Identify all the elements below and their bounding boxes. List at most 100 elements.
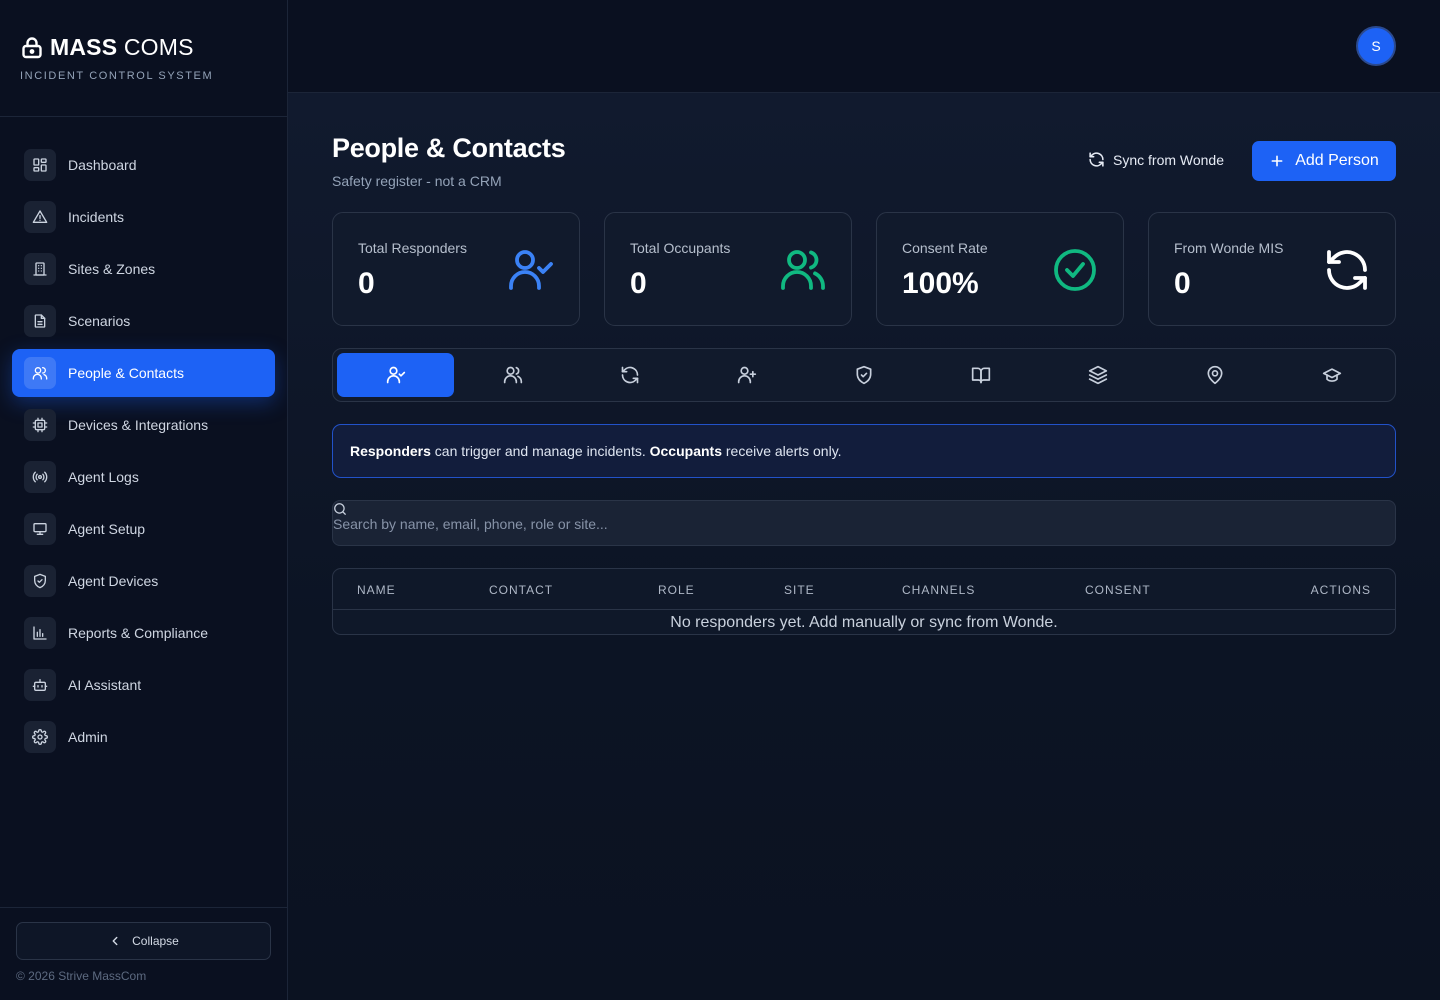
responders-table: NAME CONTACT ROLE SITE CHANNELS CONSENT …	[332, 568, 1396, 635]
sidebar-item-label: AI Assistant	[68, 677, 142, 693]
monitor-icon	[33, 523, 47, 535]
stat-card-from-wonde-mis: From Wonde MIS 0	[1148, 212, 1396, 326]
brand: MASS COMS INCIDENT CONTROL SYSTEM	[0, 0, 287, 117]
copyright: © 2026 Strive MassCom	[16, 969, 147, 983]
search-input[interactable]	[333, 515, 933, 533]
search-box	[332, 500, 1396, 546]
table-header: NAME CONTACT ROLE SITE CHANNELS CONSENT …	[333, 569, 1395, 610]
file-text-icon	[34, 314, 46, 328]
column-header[interactable]: CHANNELS	[902, 583, 975, 597]
grid-icon	[33, 158, 47, 172]
refresh-icon	[621, 366, 639, 384]
column-header[interactable]: CONSENT	[1085, 583, 1151, 597]
info-occupants: Occupants	[649, 443, 722, 459]
bot-icon	[32, 679, 48, 691]
sidebar-item-label: Agent Logs	[68, 469, 139, 485]
main-content: People & Contacts Safety register - not …	[288, 93, 1440, 1000]
sidebar-item-label: Dashboard	[68, 157, 137, 173]
sidebar-item-label: Admin	[68, 729, 108, 745]
sync-label: Sync from Wonde	[1113, 151, 1225, 168]
chevron-left-icon	[112, 936, 118, 946]
sidebar-item-scenarios[interactable]: Scenarios	[12, 297, 275, 345]
user-check-icon	[386, 366, 405, 384]
sidebar-item-label: Sites & Zones	[68, 261, 156, 277]
column-header: ACTIONS	[1310, 583, 1371, 597]
sidebar-item-label: Incidents	[68, 209, 125, 225]
user-check-icon	[509, 250, 553, 290]
sidebar: MASS COMS INCIDENT CONTROL SYSTEM Dashbo…	[0, 0, 288, 1000]
brand-subtitle: INCIDENT CONTROL SYSTEM	[20, 70, 214, 82]
collapse-label: Collapse	[132, 934, 179, 948]
column-header[interactable]: ROLE	[658, 583, 695, 597]
stat-card-total-occupants: Total Occupants 0	[604, 212, 852, 326]
sidebar-nav: Dashboard Incidents Sites & Zones Scenar…	[0, 117, 287, 761]
sidebar-item-admin[interactable]: Admin	[12, 713, 275, 761]
building-icon	[33, 262, 47, 276]
sidebar-item-label: Scenarios	[68, 313, 131, 329]
add-person-label: Add Person	[1295, 152, 1379, 169]
tab-sync[interactable]	[571, 353, 688, 397]
tab-directory[interactable]	[923, 353, 1040, 397]
sidebar-item-dashboard[interactable]: Dashboard	[12, 141, 275, 189]
sidebar-item-agent-logs[interactable]: Agent Logs	[12, 453, 275, 501]
people-tabs	[332, 348, 1396, 402]
map-pin-icon	[1207, 365, 1223, 385]
users-icon	[503, 366, 522, 384]
sidebar-item-incidents[interactable]: Incidents	[12, 193, 275, 241]
sidebar-footer: Collapse © 2026 Strive MassCom	[0, 907, 287, 1000]
sidebar-item-label: People & Contacts	[68, 365, 184, 381]
gear-icon	[32, 729, 48, 745]
brand-name: MASS COMS	[50, 34, 194, 60]
bar-chart-icon	[33, 626, 47, 640]
sidebar-item-label: Devices & Integrations	[68, 417, 209, 433]
tab-responders[interactable]	[337, 353, 455, 397]
graduation-cap-icon	[1323, 368, 1342, 382]
stats-row: Total Responders 0 Total Occupants 0 Con…	[332, 212, 1396, 326]
column-header[interactable]: NAME	[357, 583, 396, 597]
tab-locations[interactable]	[1157, 353, 1274, 397]
sidebar-item-agent-devices[interactable]: Agent Devices	[12, 557, 275, 605]
plus-icon	[1271, 155, 1283, 167]
book-open-icon	[971, 367, 991, 384]
info-responders: Responders	[350, 443, 431, 459]
stat-card-total-responders: Total Responders 0	[332, 212, 580, 326]
sidebar-item-reports-compliance[interactable]: Reports & Compliance	[12, 609, 275, 657]
tab-consent[interactable]	[805, 353, 922, 397]
avatar[interactable]: S	[1356, 26, 1396, 66]
tab-add-user[interactable]	[688, 353, 805, 397]
column-header[interactable]: CONTACT	[489, 583, 553, 597]
tab-groups[interactable]	[1040, 353, 1157, 397]
tab-occupants[interactable]	[454, 353, 571, 397]
search-icon	[334, 503, 346, 515]
page-title: People & Contacts	[332, 133, 566, 163]
topbar: S	[288, 0, 1440, 93]
add-person-button[interactable]: Add Person	[1252, 141, 1396, 181]
sidebar-item-agent-setup[interactable]: Agent Setup	[12, 505, 275, 553]
collapse-button[interactable]: Collapse	[16, 922, 271, 960]
check-circle-icon	[1054, 249, 1096, 291]
sidebar-item-label: Reports & Compliance	[68, 625, 209, 641]
user-plus-icon	[737, 366, 757, 384]
refresh-icon	[1089, 152, 1104, 167]
sidebar-item-devices-integrations[interactable]: Devices & Integrations	[12, 401, 275, 449]
empty-state-message: No responders yet. Add manually or sync …	[670, 614, 1058, 631]
column-header[interactable]: SITE	[784, 583, 815, 597]
sidebar-item-label: Agent Setup	[68, 521, 146, 537]
refresh-icon	[1327, 250, 1367, 290]
tab-education[interactable]	[1274, 353, 1391, 397]
users-icon	[781, 250, 825, 290]
sidebar-item-ai-assistant[interactable]: AI Assistant	[12, 661, 275, 709]
sidebar-item-label: Agent Devices	[68, 573, 159, 589]
shield-check-icon	[856, 365, 872, 385]
sync-from-wonde-button[interactable]: Sync from Wonde	[1088, 151, 1224, 168]
chip-icon	[32, 417, 48, 433]
info-banner: Responders can trigger and manage incide…	[332, 424, 1396, 478]
radio-icon	[32, 471, 48, 483]
alert-triangle-icon	[32, 210, 48, 223]
sidebar-item-people-contacts[interactable]: People & Contacts	[12, 349, 275, 397]
page-subtitle: Safety register - not a CRM	[332, 173, 502, 189]
lock-icon	[22, 36, 42, 58]
stat-card-consent-rate: Consent Rate 100%	[876, 212, 1124, 326]
sidebar-item-sites-zones[interactable]: Sites & Zones	[12, 245, 275, 293]
shield-icon	[34, 573, 46, 589]
